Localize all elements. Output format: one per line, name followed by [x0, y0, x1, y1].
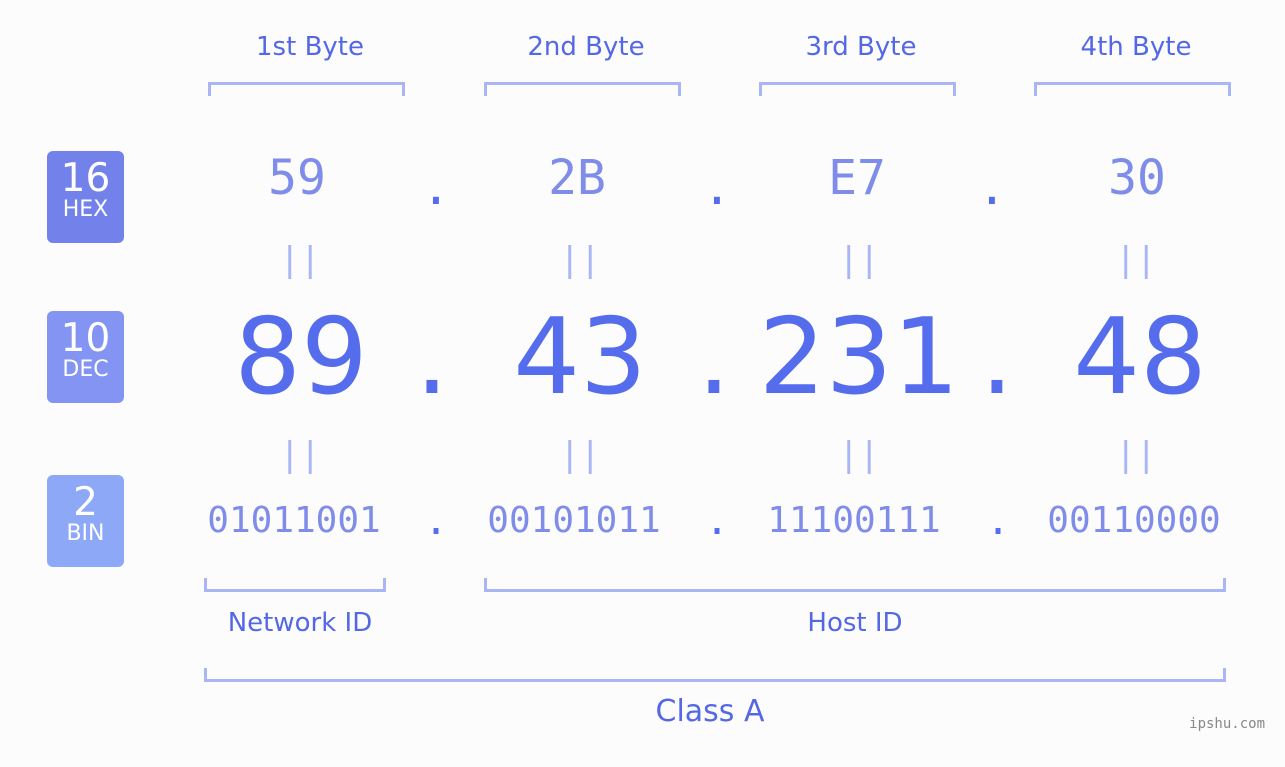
- bin-base-number: 2: [73, 480, 98, 525]
- bin-separator-2: .: [704, 498, 730, 544]
- hex-base-number: 16: [60, 156, 111, 201]
- watermark: ipshu.com: [1189, 716, 1265, 732]
- bin-badge: 2 BIN: [47, 475, 124, 567]
- byte-label-4: 4th Byte: [1080, 32, 1192, 62]
- byte-bracket-4: [1034, 82, 1231, 96]
- equals-sign: ||: [559, 435, 601, 475]
- equals-sign: ||: [279, 240, 321, 280]
- bin-separator-3: .: [985, 498, 1011, 544]
- dec-base-number: 10: [60, 316, 111, 361]
- byte-bracket-3: [759, 82, 956, 96]
- dec-base-label: DEC: [62, 357, 109, 382]
- byte-label-3: 3rd Byte: [805, 32, 917, 62]
- dec-separator-2: .: [697, 296, 731, 418]
- equals-sign: ||: [559, 240, 601, 280]
- dec-value-3: 231: [758, 296, 960, 418]
- equals-sign: ||: [838, 435, 880, 475]
- hex-value-3: E7: [828, 150, 886, 206]
- host-id-bracket: [484, 578, 1226, 592]
- hex-value-2: 2B: [548, 150, 606, 206]
- byte-label-2: 2nd Byte: [527, 32, 645, 62]
- bin-value-1: 01011001: [207, 500, 381, 541]
- byte-bracket-1: [208, 82, 405, 96]
- bin-value-3: 11100111: [767, 500, 941, 541]
- bin-value-4: 00110000: [1047, 500, 1221, 541]
- bin-value-2: 00101011: [487, 500, 661, 541]
- dec-value-2: 43: [513, 296, 647, 418]
- dec-value-4: 48: [1073, 296, 1207, 418]
- dec-badge: 10 DEC: [47, 311, 124, 403]
- equals-sign: ||: [1115, 240, 1157, 280]
- hex-value-1: 59: [268, 150, 326, 206]
- host-id-label: Host ID: [807, 608, 903, 638]
- dec-separator-1: .: [415, 296, 449, 418]
- class-bracket: [204, 668, 1226, 682]
- equals-sign: ||: [1115, 435, 1157, 475]
- class-label: Class A: [655, 694, 765, 729]
- bin-base-label: BIN: [66, 521, 105, 546]
- equals-sign: ||: [838, 240, 880, 280]
- dec-value-1: 89: [234, 296, 368, 418]
- byte-bracket-2: [484, 82, 681, 96]
- hex-separator-3: .: [977, 160, 1007, 216]
- hex-base-label: HEX: [62, 197, 109, 222]
- byte-label-1: 1st Byte: [256, 32, 364, 62]
- hex-separator-2: .: [702, 160, 732, 216]
- network-id-bracket: [204, 578, 386, 592]
- network-id-label: Network ID: [227, 608, 373, 638]
- hex-value-4: 30: [1108, 150, 1166, 206]
- hex-separator-1: .: [421, 160, 451, 216]
- hex-badge: 16 HEX: [47, 151, 124, 243]
- bin-separator-1: .: [423, 498, 449, 544]
- dec-separator-3: .: [980, 296, 1014, 418]
- equals-sign: ||: [279, 435, 321, 475]
